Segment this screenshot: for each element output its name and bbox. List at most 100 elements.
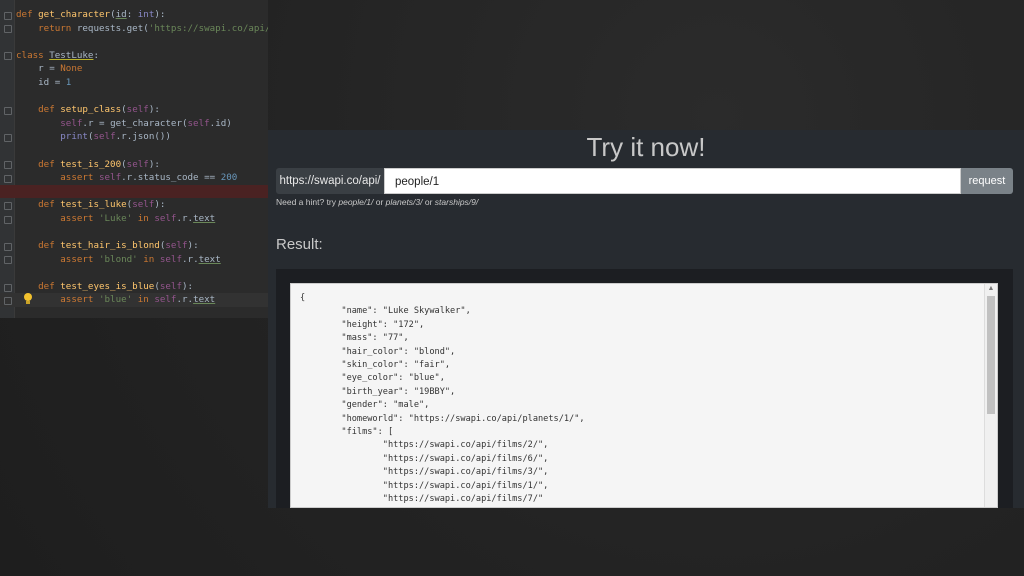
code-token: test_is_200 <box>60 158 122 170</box>
swapi-try-panel: Try it now! https://swapi.co/api/ people… <box>268 130 1024 508</box>
fold-marker-icon[interactable] <box>4 161 12 170</box>
code-editor[interactable]: def get_character(id: int): return reque… <box>0 0 268 318</box>
json-line: "https://swapi.co/api/films/1/", <box>300 480 549 491</box>
fold-marker-icon[interactable] <box>4 215 12 224</box>
code-token: TestLuke <box>49 49 94 61</box>
fold-marker-icon[interactable] <box>4 11 12 20</box>
code-line[interactable] <box>16 226 268 240</box>
hint-link-planets[interactable]: planets/3/ <box>386 197 423 207</box>
code-line[interactable]: def test_is_luke(self): <box>16 198 268 212</box>
result-box[interactable]: { "name": "Luke Skywalker", "height": "1… <box>290 283 998 508</box>
code-token: requests.get( <box>76 22 149 34</box>
code-token: text <box>193 212 216 224</box>
code-line[interactable]: assert 'blond' in self.r.text <box>16 253 268 267</box>
code-token: .r. <box>176 294 194 306</box>
fold-marker-icon[interactable] <box>4 201 12 210</box>
json-output: { "name": "Luke Skywalker", "height": "1… <box>300 292 585 507</box>
code-token: .r.status_code == <box>121 172 221 184</box>
code-token: test_eyes_is_blue <box>60 280 155 292</box>
json-line: "homeworld": "https://swapi.co/api/plane… <box>300 413 585 424</box>
request-button[interactable]: request <box>961 168 1013 194</box>
code-token: text <box>193 294 216 306</box>
code-token: ): <box>148 104 160 116</box>
json-line: "height": "172", <box>300 319 425 330</box>
code-line[interactable] <box>16 35 268 49</box>
result-scrollbar[interactable]: ▲ <box>984 284 997 507</box>
code-area[interactable]: def get_character(id: int): return reque… <box>0 8 268 308</box>
code-token: self <box>165 240 188 252</box>
hint-prefix: Need a hint? try <box>276 197 339 207</box>
code-token: ): <box>187 240 199 252</box>
code-token: assert <box>16 253 99 265</box>
code-token: .id) <box>209 117 232 129</box>
code-token: self <box>60 117 83 129</box>
code-token: text <box>198 253 221 265</box>
json-line: "https://swapi.co/api/films/3/", <box>300 467 549 478</box>
scroll-up-icon[interactable]: ▲ <box>985 284 997 294</box>
code-line[interactable]: assert 'blue' in self.r.text <box>0 293 268 308</box>
fold-marker-icon[interactable] <box>4 133 12 142</box>
code-token: ): <box>148 158 160 170</box>
code-token: self <box>187 117 210 129</box>
code-line[interactable]: def test_is_200(self): <box>16 158 268 172</box>
code-token: def <box>16 158 61 170</box>
code-line[interactable]: r = None <box>16 62 268 76</box>
code-line[interactable]: assert 'Luke' in self.r.text <box>16 212 268 226</box>
code-line[interactable]: def test_hair_is_blond(self): <box>16 239 268 253</box>
json-line: "name": "Luke Skywalker", <box>300 306 471 317</box>
code-token: ): <box>154 199 166 211</box>
code-token: 'blond' <box>98 253 138 265</box>
scroll-thumb[interactable] <box>987 296 995 414</box>
fold-marker-icon[interactable] <box>4 106 12 115</box>
hint-link-starships[interactable]: starships/9/ <box>435 197 478 207</box>
fold-marker-icon[interactable] <box>4 297 12 306</box>
fold-marker-icon[interactable] <box>4 25 12 34</box>
code-token: in <box>132 294 155 306</box>
code-line[interactable] <box>16 144 268 158</box>
code-token: assert <box>16 172 99 184</box>
json-line: "eye_color": "blue", <box>300 373 445 384</box>
lightbulb-icon[interactable] <box>23 293 32 304</box>
code-line[interactable]: assert self.r.status_code == 200 <box>16 171 268 185</box>
code-token: 1 <box>65 76 72 88</box>
code-token: id = <box>16 76 66 88</box>
hint-or: or <box>422 197 435 207</box>
panel-title: Try it now! <box>586 132 706 162</box>
code-line[interactable]: def test_eyes_is_blue(self): <box>16 280 268 294</box>
json-line: "birth_year": "19BBY", <box>300 386 456 397</box>
url-input[interactable]: people/1 <box>384 168 961 194</box>
json-line: "gender": "male", <box>300 400 430 411</box>
code-token: 200 <box>220 172 238 184</box>
json-line: "https://swapi.co/api/films/6/", <box>300 453 549 464</box>
url-row: https://swapi.co/api/ people/1 request <box>276 168 1013 194</box>
code-line[interactable]: def get_character(id: int): <box>16 8 268 22</box>
code-token: in <box>137 253 160 265</box>
fold-marker-icon[interactable] <box>4 52 12 61</box>
fold-marker-icon[interactable] <box>4 283 12 292</box>
code-token: .r. <box>176 212 194 224</box>
code-line[interactable] <box>16 90 268 104</box>
code-line[interactable]: print(self.r.json()) <box>16 130 268 144</box>
code-line[interactable] <box>0 184 268 199</box>
json-line: "mass": "77", <box>300 333 409 344</box>
code-line[interactable] <box>16 266 268 280</box>
code-line[interactable]: class TestLuke: <box>16 49 268 63</box>
code-token: self <box>93 131 116 143</box>
fold-marker-icon[interactable] <box>4 256 12 265</box>
code-token: def <box>16 199 61 211</box>
code-token: get_character <box>38 9 111 20</box>
code-token: : <box>93 49 100 61</box>
code-line[interactable]: self.r = get_character(self.id) <box>16 117 268 131</box>
hint-link-people[interactable]: people/1/ <box>338 197 373 207</box>
fold-marker-icon[interactable] <box>4 242 12 251</box>
fold-marker-icon[interactable] <box>4 174 12 183</box>
code-line[interactable]: def setup_class(self): <box>16 103 268 117</box>
code-line[interactable]: return requests.get('https://swapi.co/ap… <box>16 22 268 36</box>
json-line: "hair_color": "blond", <box>300 346 456 357</box>
code-line[interactable]: id = 1 <box>16 76 268 90</box>
code-token: self <box>154 212 177 224</box>
editor-gutter <box>0 0 15 318</box>
code-token: 'blue' <box>98 294 133 306</box>
